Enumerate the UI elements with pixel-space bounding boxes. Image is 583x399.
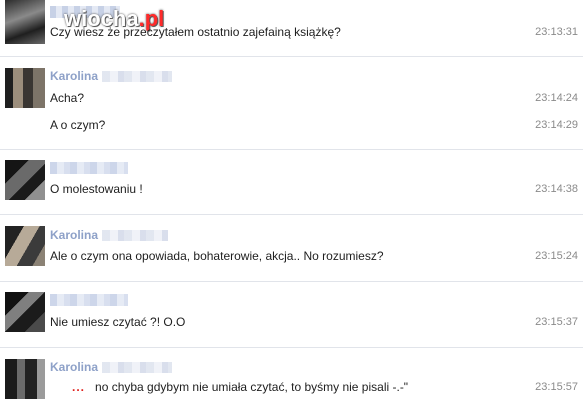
message-text: ... no chyba gdybym nie umiała czytać, to… — [50, 380, 408, 394]
avatar[interactable] — [5, 68, 45, 108]
message-time: 23:14:38 — [535, 183, 578, 195]
message-time: 23:15:24 — [535, 250, 578, 262]
sender-name: Karolina — [50, 69, 173, 83]
message-text: Ale o czym ona opowiada, bohaterowie, ak… — [50, 249, 384, 263]
divider — [0, 149, 583, 150]
message-time: 23:15:57 — [535, 381, 578, 393]
message-text-content: no chyba gdybym nie umiała czytać, to by… — [95, 380, 409, 394]
message-time: 23:13:31 — [535, 26, 578, 38]
sender-name-blurred — [50, 162, 128, 174]
message-text: O molestowaniu ! — [50, 182, 143, 196]
avatar[interactable] — [5, 359, 45, 399]
sender-name: Karolina — [50, 360, 173, 374]
message-text: Acha? — [50, 91, 85, 105]
avatar[interactable] — [5, 292, 45, 332]
divider — [0, 214, 583, 215]
message-time: 23:14:24 — [535, 92, 578, 104]
message-text: Czy wiesz że przeczytałem ostatnio zajef… — [50, 25, 341, 39]
chat-thread: wiocha.pl Czy wiesz że przeczytałem osta… — [0, 0, 583, 399]
message-time: 23:15:37 — [535, 316, 578, 328]
message-text: Nie umiesz czytać ?! O.O — [50, 315, 186, 329]
avatar[interactable] — [5, 226, 45, 266]
ellipsis-marker: ... — [72, 380, 86, 394]
divider — [0, 56, 583, 57]
message-text: A o czym? — [50, 118, 106, 132]
divider — [0, 281, 583, 282]
sender-name: Karolina — [50, 228, 169, 242]
message-time: 23:14:29 — [535, 119, 578, 131]
divider — [0, 347, 583, 348]
avatar[interactable] — [5, 0, 45, 44]
avatar[interactable] — [5, 160, 45, 200]
sender-name-blurred — [50, 294, 128, 306]
